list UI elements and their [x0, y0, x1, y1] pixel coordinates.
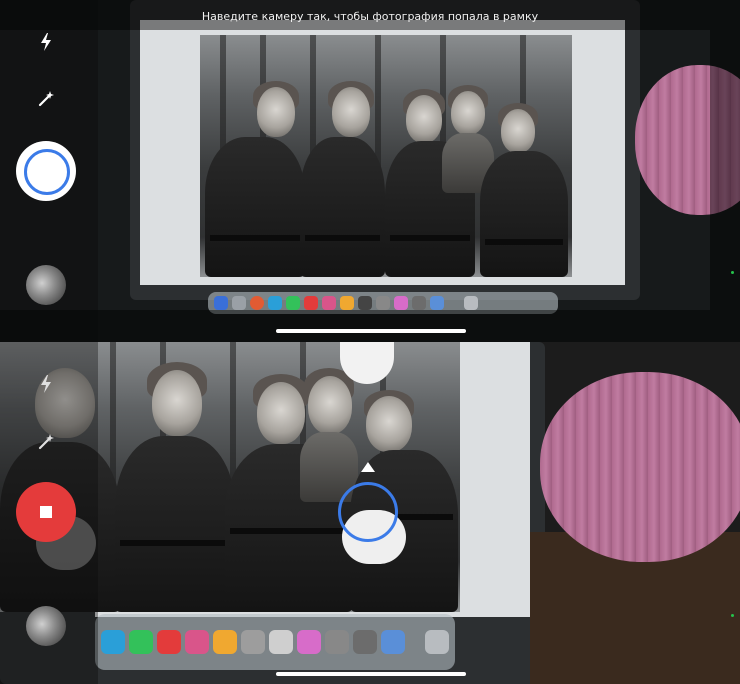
- arrow-up-icon: [361, 462, 375, 472]
- person-figure: [480, 103, 568, 277]
- magic-wand-icon[interactable]: [35, 431, 57, 453]
- status-dot: [731, 271, 734, 274]
- stop-icon: [40, 506, 52, 518]
- home-indicator: [276, 329, 466, 333]
- old-photo: [200, 35, 572, 277]
- magic-wand-icon[interactable]: [35, 88, 57, 110]
- flash-icon[interactable]: [36, 32, 56, 52]
- flash-icon[interactable]: [36, 374, 56, 394]
- knitted-basket: [540, 372, 740, 562]
- shutter-button[interactable]: [16, 141, 76, 201]
- status-dot: [731, 614, 734, 617]
- camera-hint: Наведите камеру так, чтобы фотография по…: [201, 10, 539, 23]
- person-figure: [115, 362, 240, 612]
- person-figure: [205, 81, 305, 277]
- dock-bar: [95, 614, 455, 670]
- shutter-ring: [24, 149, 70, 195]
- overlay-right: [710, 30, 740, 310]
- stop-record-button[interactable]: [16, 482, 76, 542]
- camera-view-bottom: [0, 342, 740, 684]
- gallery-thumbnail[interactable]: [26, 265, 66, 305]
- target-ring: [338, 482, 398, 542]
- camera-view-top: Наведите камеру так, чтобы фотография по…: [0, 0, 740, 342]
- gallery-thumbnail[interactable]: [26, 606, 66, 646]
- home-indicator: [276, 672, 466, 676]
- overlay-bottom: [0, 310, 740, 342]
- person-figure: [300, 81, 385, 277]
